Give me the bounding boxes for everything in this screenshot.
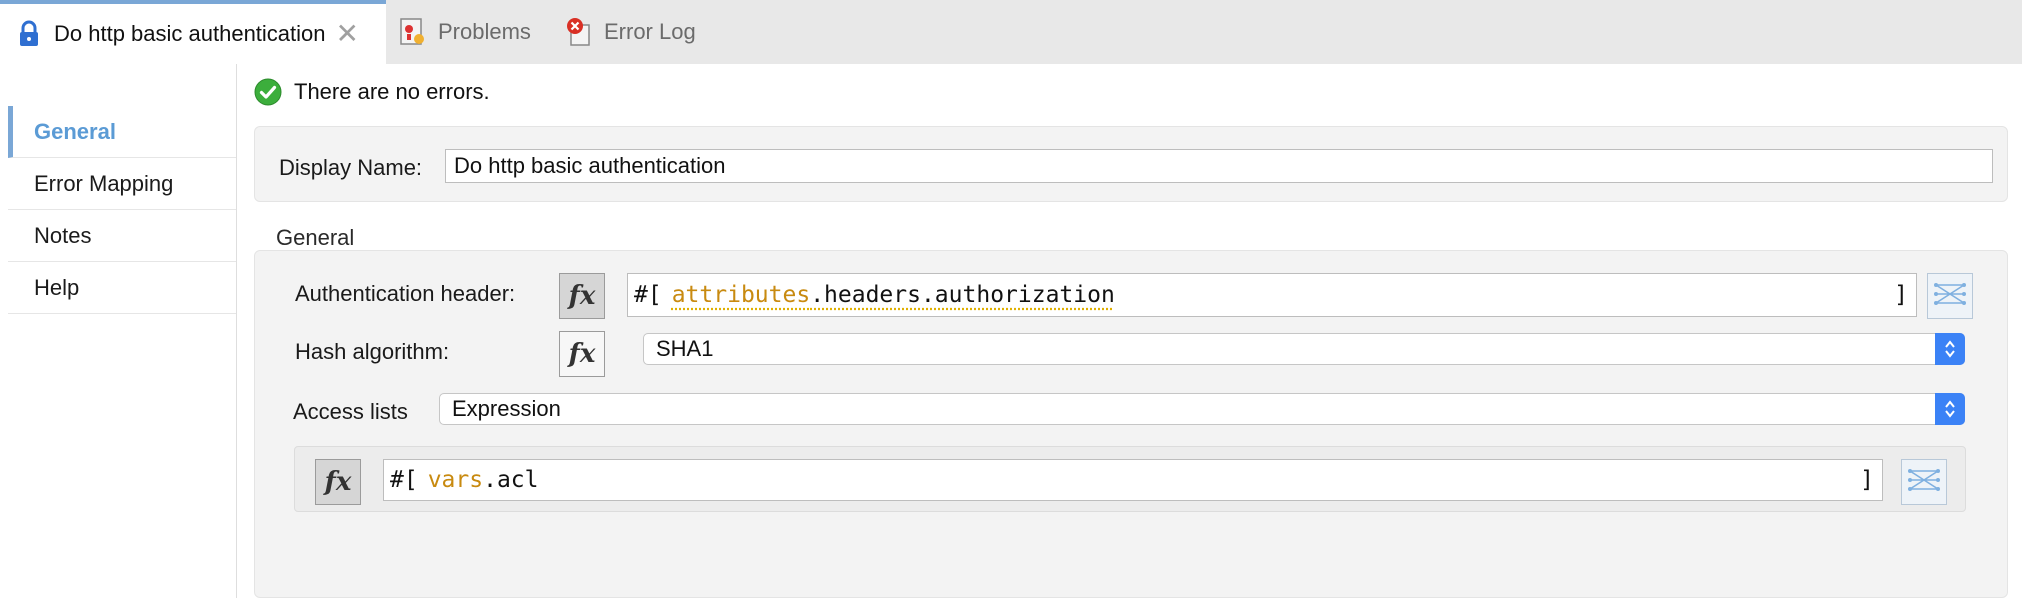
expr-suffix: ]	[1894, 282, 1908, 308]
fx-icon: fx	[568, 281, 596, 311]
close-icon[interactable]: ✕	[336, 20, 359, 48]
hash-algorithm-label: Hash algorithm:	[295, 339, 450, 364]
access-lists-label: Access lists	[293, 399, 408, 424]
check-circle-icon	[254, 78, 282, 106]
tab-label: Do http basic authentication	[54, 21, 326, 46]
tab-error-log[interactable]: Error Log	[564, 0, 696, 64]
expr-prefix: #[	[634, 282, 662, 308]
sidebar-item-help[interactable]: Help	[8, 262, 236, 314]
data-mapping-icon	[1933, 279, 1967, 314]
access-lists-expression-panel: fx #[ vars .acl ]	[294, 446, 1966, 512]
select-arrows-icon	[1935, 333, 1965, 365]
expr-suffix: ]	[1860, 467, 1874, 493]
auth-header-label: Authentication header:	[295, 281, 516, 306]
hash-algorithm-value: SHA1	[656, 336, 714, 361]
sidebar-divider	[236, 64, 237, 598]
tab-do-http-basic-authentication[interactable]: Do http basic authentication ✕	[0, 0, 386, 64]
access-lists-value: Expression	[452, 396, 561, 421]
sidebar-item-error-mapping[interactable]: Error Mapping	[8, 158, 236, 210]
data-mapping-icon	[1907, 465, 1941, 500]
access-lists-expression-field[interactable]: #[ vars .acl ]	[383, 459, 1883, 501]
fx-toggle-button[interactable]: fx	[315, 459, 361, 505]
sidebar-item-general[interactable]: General	[8, 106, 236, 158]
data-mapping-button[interactable]	[1901, 459, 1947, 505]
fx-toggle-button[interactable]: fx	[559, 331, 605, 377]
expr-rest: .acl	[483, 467, 539, 493]
general-panel: Authentication header: fx #[ attributes …	[254, 250, 2008, 598]
expr-rest: .headers.authorization	[810, 282, 1115, 308]
data-mapping-button[interactable]	[1927, 273, 1973, 319]
properties-sidebar: General Error Mapping Notes Help	[8, 106, 236, 314]
expr-keyword: vars	[427, 467, 484, 493]
tab-problems[interactable]: Problems	[398, 0, 531, 64]
access-lists-select[interactable]: Expression	[439, 393, 1965, 425]
status-text: There are no errors.	[294, 79, 490, 104]
hash-algorithm-select[interactable]: SHA1	[643, 333, 1965, 365]
sidebar-item-notes[interactable]: Notes	[8, 210, 236, 262]
problems-icon	[398, 17, 428, 47]
display-name-label: Display Name:	[279, 155, 423, 180]
select-arrows-icon	[1935, 393, 1965, 425]
fx-icon: fx	[324, 467, 352, 497]
expr-prefix: #[	[390, 467, 418, 493]
display-name-field[interactable]: Do http basic authentication	[445, 149, 1993, 183]
lock-icon	[14, 19, 44, 49]
validation-status: There are no errors.	[254, 76, 490, 108]
fx-icon: fx	[568, 339, 596, 369]
auth-header-expression-field[interactable]: #[ attributes .headers.authorization ]	[627, 273, 1917, 317]
fx-toggle-button[interactable]: fx	[559, 273, 605, 319]
expr-keyword: attributes	[671, 282, 811, 308]
general-section-title: General	[276, 225, 355, 250]
display-name-panel: Display Name: Do http basic authenticati…	[254, 126, 2008, 202]
error-log-icon	[564, 17, 594, 47]
tab-label: Problems	[438, 19, 531, 44]
editor-tab-bar: Do http basic authentication ✕ Problems …	[0, 0, 2022, 64]
tab-label: Error Log	[604, 19, 696, 44]
